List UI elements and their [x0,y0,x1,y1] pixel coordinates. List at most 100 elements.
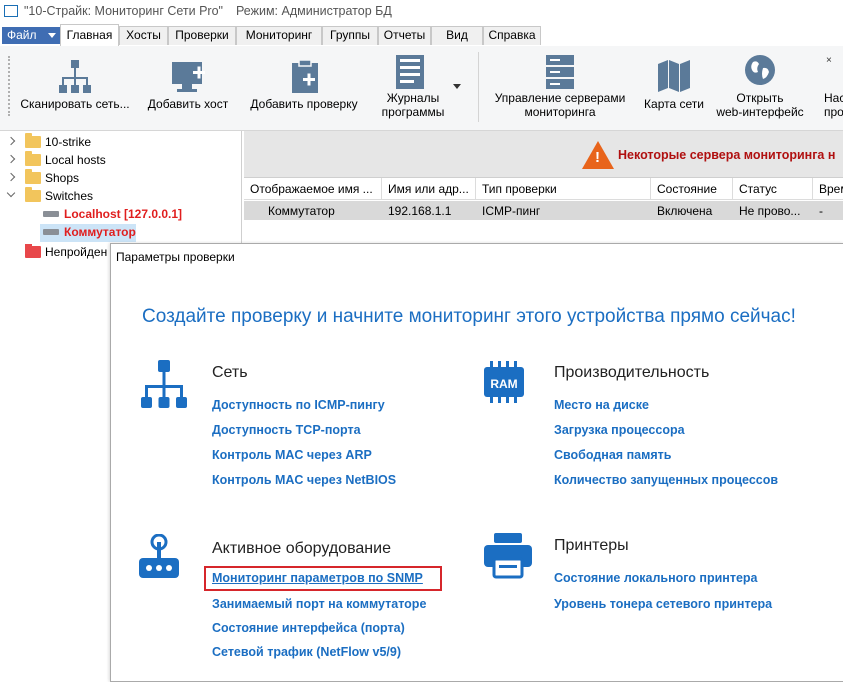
column-header-status[interactable]: Статус [733,178,813,200]
folder-icon [25,133,41,148]
link-free-memory[interactable]: Свободная память [554,448,671,462]
ribbon-separator [478,52,479,122]
chevron-down-icon[interactable] [6,188,16,198]
manage-servers-label: Управление серверами мониторинга [494,91,626,119]
tree-item-label: Localhost [127.0.0.1] [64,207,183,221]
chevron-right-icon[interactable] [6,154,16,164]
tab-reports[interactable]: Отчеты [378,26,431,45]
network-scan-icon [59,60,91,93]
add-host-label: Добавить хост [147,97,229,111]
settings-icon: × [826,55,832,66]
ribbon-grip [8,56,12,116]
network-map-label: Карта сети [644,97,704,111]
link-icmp-ping[interactable]: Доступность по ICMP-пингу [212,398,385,412]
tree-item-label: 10-strike [45,135,92,149]
section-title-performance: Производительность [554,364,710,381]
network-map-icon [658,60,690,92]
tab-view[interactable]: Вид [431,26,483,45]
tab-checks[interactable]: Проверки [168,26,236,45]
add-check-label: Добавить проверку [250,97,358,111]
tab-monitoring[interactable]: Мониторинг [236,26,322,45]
window-title: "10-Страйк: Мониторинг Сети Pro" [24,4,223,18]
router-icon [139,534,179,578]
tree-item-label: Коммутатор [64,225,136,239]
open-web-interface-label: Открыть web-интерфейс [716,91,804,119]
link-mac-arp[interactable]: Контроль MAC через ARP [212,448,372,462]
column-header-address[interactable]: Имя или адр... [382,178,476,200]
tree-item-failed[interactable]: Непройден [0,244,110,262]
scan-network-label: Сканировать сеть... [20,97,130,111]
tree-item-local-hosts[interactable]: Local hosts [0,151,240,170]
checks-table: Отображаемое имя ... Имя или адр... Тип … [244,178,843,248]
servers-icon [546,55,574,89]
table-cell: Коммутатор [244,201,382,220]
chevron-right-icon[interactable] [6,172,16,182]
tab-groups[interactable]: Группы [322,26,378,45]
network-icon [141,360,187,408]
title-bar: "10-Страйк: Мониторинг Сети Pro" Режим: … [0,0,843,24]
column-header-state[interactable]: Состояние [651,178,733,200]
tree-item-localhost[interactable]: Localhost [127.0.0.1] [0,206,240,224]
link-mac-netbios[interactable]: Контроль MAC через NetBIOS [212,473,396,487]
table-cell: ICMP-пинг [476,201,651,220]
link-disk-space[interactable]: Место на диске [554,398,649,412]
logs-button[interactable]: Журналы программы [368,46,458,130]
column-header-display-name[interactable]: Отображаемое имя ... [244,178,382,200]
tree-item-label: Switches [45,189,94,203]
mode-label: Режим: Администратор БД [236,4,392,18]
add-check-button[interactable]: Добавить проверку [244,46,364,130]
scan-network-button[interactable]: Сканировать сеть... [14,46,136,130]
tab-hosts[interactable]: Хосты [119,26,168,45]
table-cell: 192.168.1.1 [382,201,476,220]
tree-item-10-strike[interactable]: 10-strike [0,133,240,152]
alert-text: Некоторые сервера мониторинга н [618,148,836,162]
open-web-interface-button[interactable]: Открыть web-интерфейс [714,46,806,130]
check-parameters-dialog: Параметры проверки Создайте проверку и н… [110,243,843,682]
link-process-count[interactable]: Количество запущенных процессов [554,473,778,487]
tree-item-label: Непройден [45,245,108,259]
tree-item-label: Local hosts [45,153,106,167]
link-interface-state[interactable]: Состояние интерфейса (порта) [212,621,405,635]
logs-label: Журналы программы [381,91,445,119]
link-local-printer[interactable]: Состояние локального принтера [554,571,758,585]
switch-icon [43,211,59,217]
link-snmp-monitoring[interactable]: Мониторинг параметров по SNMP [212,571,423,585]
add-host-button[interactable]: Добавить хост [142,46,234,130]
logs-icon [396,55,424,89]
settings-label: Нас про [824,91,843,119]
link-switch-port[interactable]: Занимаемый порт на коммутаторе [212,597,426,611]
tree-item-kommutator[interactable]: Коммутатор [40,224,136,242]
table-cell: Включена [651,201,733,220]
globe-icon [745,55,775,85]
warning-icon-mark: ! [595,149,600,166]
add-check-icon [292,59,318,93]
section-title-active-equipment: Активное оборудование [212,540,391,557]
chevron-right-icon[interactable] [6,136,16,146]
folder-icon [25,244,41,258]
switch-icon [43,229,59,235]
folder-icon [25,151,41,166]
settings-button[interactable]: × Нас про [818,46,843,130]
tree-item-shops[interactable]: Shops [0,169,240,188]
link-netflow-traffic[interactable]: Сетевой трафик (NetFlow v5/9) [212,645,401,659]
printer-icon [484,533,532,579]
link-tcp-port[interactable]: Доступность TCP-порта [212,423,361,437]
link-cpu-load[interactable]: Загрузка процессора [554,423,685,437]
network-map-button[interactable]: Карта сети [636,46,712,130]
table-cell: Не прово... [733,201,813,220]
file-menu-button[interactable]: Файл [2,27,60,44]
file-menu-label: Файл [7,28,37,42]
ribbon-toolbar: Сканировать сеть... Добавить хост Добави… [0,46,843,131]
logs-dropdown-arrow-icon[interactable] [453,84,461,89]
table-cell: - [813,201,843,220]
manage-servers-button[interactable]: Управление серверами мониторинга [488,46,632,130]
tree-item-switches[interactable]: Switches [0,187,240,206]
dialog-title: Параметры проверки [116,250,235,264]
column-header-check-type[interactable]: Тип проверки [476,178,651,200]
folder-icon [25,169,41,184]
column-header-time[interactable]: Врем [813,178,843,200]
link-toner-level[interactable]: Уровень тонера сетевого принтера [554,597,772,611]
tab-help[interactable]: Справка [483,26,541,45]
add-host-icon [172,62,205,92]
tab-home[interactable]: Главная [60,24,119,46]
